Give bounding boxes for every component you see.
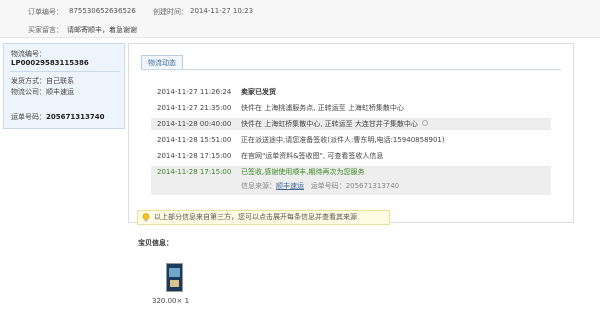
thumbnail-art [169,268,180,277]
tracking-desc: 快件在 上海虹桥集散中心, 正转运至 大连甘井子集散中心 [241,120,418,128]
third-party-notice: 以上部分信息来自第三方，您可以点击展开每条信息并查看其来源 [137,210,390,225]
tracking-desc: 在官网"运单资料&签收图", 可查看签收人信息 [241,152,384,160]
info-source-line: 信息来源：顺丰速运 运单号码：205671313740 [241,180,399,192]
ship-method-value: 自己联系 [46,77,74,85]
tracking-date: 2014-11-28 17:15:00 [157,152,232,160]
source-waybill-label: 运单号码： [310,182,346,190]
thumbnail-art [170,280,179,287]
ship-method-row: 发货方式：自己联系 [11,76,74,86]
tracking-date: 2014-11-28 17:15:00 [157,168,232,176]
logistics-no-label: 物流编号： [11,50,46,58]
waybill-value: 205671313740 [46,113,105,121]
tracking-row-latest: 2014-11-28 17:15:00 已签收,感谢使用顺丰,期待再次为您服务 … [151,166,551,195]
buyer-message-value: 请邮寄顺丰，着急谢谢 [67,26,137,34]
company-label: 物流公司： [11,88,46,96]
logistics-no-value: LP00029583115386 [11,59,89,67]
tracking-desc: 正在派送途中,请您准备签收(派件人:曹东明,电话:15940858901) [241,136,445,144]
company-value: 顺丰速运 [46,88,74,96]
tracking-date: 2014-11-28 00:40:00 [157,120,232,128]
waybill-label: 运单号码： [11,113,46,121]
tracking-desc: 卖家已发货 [241,88,276,96]
tracking-row[interactable]: 2014-11-28 00:40:00 快件在 上海虹桥集散中心, 正转运至 大… [151,118,551,130]
order-number-value: 87553065263652​6 [69,7,136,15]
info-source-link[interactable]: 顺丰速运 [276,182,304,190]
created-time-value: 2014-11-27 10:23 [190,7,254,15]
tracking-desc: 快件在 上海桃浦服务点, 正转运至 上海虹桥集散中心 [241,104,404,112]
company-row: 物流公司：顺丰速运 [11,87,74,97]
items-title: 宝贝信息： [138,239,173,247]
info-source-label: 信息来源： [241,182,276,190]
order-header: 订单编号： 87553065263652​6 创建时间： 2014-11-27 … [0,0,600,38]
source-waybill-value: 205671313740 [345,182,400,190]
buyer-message-label: 买家留言： [28,26,63,34]
tracking-row: 2014-11-28 15:51:00 正在派送途中,请您准备签收(派件人:曹东… [151,134,551,146]
created-time-label: 创建时间： [153,8,188,16]
tracking-desc-signed: 已签收,感谢使用顺丰,期待再次为您服务 [241,168,365,176]
tracking-panel: 物流动态 2014-11-27 11:26:24 卖家已发货 2014-11-2… [128,43,574,223]
item-thumbnail[interactable] [166,263,183,292]
logistics-summary-panel: 物流编号： LP00029583115386 发货方式：自己联系 物流公司：顺丰… [3,43,125,129]
buyer-message-row: 买家留言： 请邮寄顺丰，着急谢谢 [28,25,137,35]
divider [10,71,120,72]
tracking-row: 2014-11-28 17:15:00 在官网"运单资料&签收图", 可查看签收… [151,150,551,162]
tracking-date: 2014-11-28 15:51:00 [157,136,232,144]
notice-text: 以上部分信息来自第三方，您可以点击展开每条信息并查看其来源 [154,213,357,221]
item-price-quantity: 320.00× 1 [152,297,190,305]
tracking-date: 2014-11-27 11:26:24 [157,88,232,96]
ship-method-label: 发货方式： [11,77,46,85]
tracking-date: 2014-11-27 21:35:00 [157,104,232,112]
tracking-row: 2014-11-27 11:26:24 卖家已发货 [151,86,551,98]
expand-source-icon[interactable] [421,120,428,126]
order-number-row: 订单编号： 87553065263652​6 [28,7,136,17]
tab-logistics-dynamics[interactable]: 物流动态 [141,55,183,69]
tracking-desc-wrap: 快件在 上海虹桥集散中心, 正转运至 大连甘井子集散中心 [241,118,428,130]
waybill-row: 运单号码：205671313740 [11,112,104,122]
lightbulb-icon [142,213,150,222]
order-number-label: 订单编号： [28,8,63,16]
tab-underline [141,69,561,70]
tracking-row: 2014-11-27 21:35:00 快件在 上海桃浦服务点, 正转运至 上海… [151,102,551,114]
